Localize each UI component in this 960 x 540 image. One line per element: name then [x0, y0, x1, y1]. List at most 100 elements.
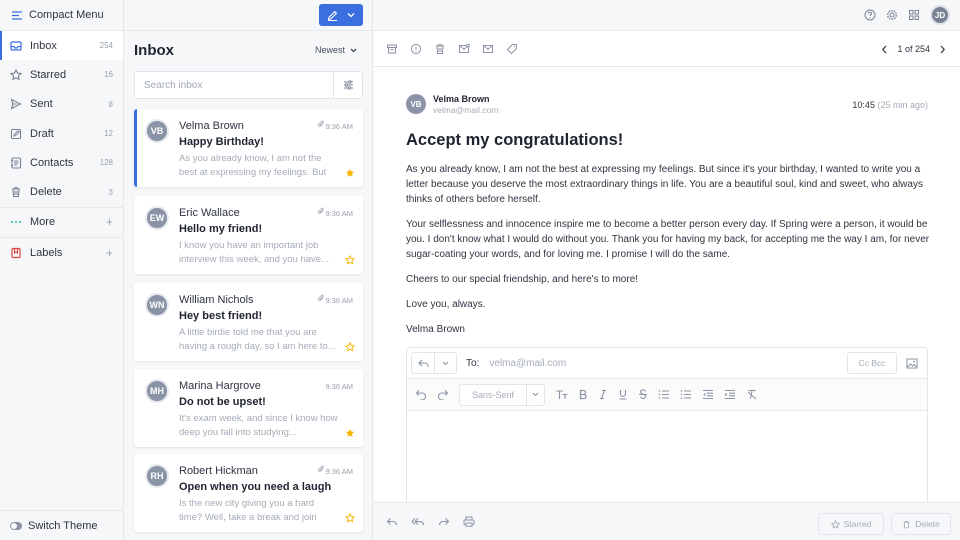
message-time: 10:45 — [852, 100, 875, 110]
undo-icon[interactable] — [415, 389, 427, 400]
sender-name: Velma Brown — [433, 94, 490, 104]
ordered-list-icon[interactable] — [658, 389, 670, 400]
archive-icon[interactable] — [386, 43, 398, 55]
message-editor[interactable] — [407, 411, 927, 506]
message-card[interactable]: WN William Nichols 9:36 AM Hey best frie… — [134, 283, 363, 361]
sidebar-item-count: 128 — [99, 158, 113, 168]
message-time: 9:36 AM — [325, 382, 353, 391]
chevron-right-icon[interactable] — [939, 45, 946, 54]
sidebar-item-sent[interactable]: Sent 8 — [0, 90, 123, 119]
star-filled-icon[interactable] — [345, 428, 355, 438]
strikethrough-icon[interactable] — [638, 389, 648, 400]
delete-button[interactable]: Delete — [891, 513, 951, 535]
star-outline-icon[interactable] — [345, 342, 355, 352]
sidebar-item-contacts[interactable]: Contacts 128 — [0, 148, 123, 177]
print-icon[interactable] — [463, 516, 475, 527]
message-toolbar: 1 of 254 — [374, 31, 960, 67]
starred-button-label: Starred — [843, 519, 872, 529]
font-family-dropdown[interactable] — [526, 384, 544, 405]
trash-icon — [10, 186, 22, 198]
sidebar-item-inbox[interactable]: Inbox 254 — [0, 31, 123, 61]
star-outline-icon[interactable] — [345, 255, 355, 265]
indent-increase-icon[interactable] — [724, 389, 736, 400]
message-card[interactable]: RH Robert Hickman 9:36 AM Open when you … — [134, 454, 363, 532]
reply-icon[interactable] — [386, 517, 398, 527]
label-icon — [10, 247, 22, 259]
sidebar-item-draft[interactable]: Draft 12 — [0, 119, 123, 148]
apps-grid-icon[interactable] — [908, 9, 920, 21]
help-icon[interactable] — [864, 9, 876, 21]
avatar: EW — [145, 206, 169, 230]
reply-mode-dropdown[interactable] — [434, 353, 456, 373]
sidebar-item-starred[interactable]: Starred 16 — [0, 60, 123, 89]
sidebar-item-labels[interactable]: Labels + — [0, 238, 123, 267]
avatar: VB — [145, 119, 169, 143]
reading-pane: JD 1 of 254 VB Velma Brown velma@mail.co… — [374, 0, 960, 540]
to-label: To: — [466, 357, 480, 369]
clear-format-icon[interactable] — [746, 389, 758, 400]
message-preview: A little birdie told me that you are hav… — [179, 327, 336, 352]
message-subject: Do not be upset! — [179, 396, 266, 408]
starred-button[interactable]: Starred — [818, 513, 884, 535]
search-input[interactable] — [135, 79, 333, 91]
trash-icon[interactable] — [434, 43, 446, 55]
compact-menu-toggle[interactable]: Compact Menu — [0, 0, 123, 31]
bold-icon[interactable] — [578, 389, 588, 400]
message-preview: I know you have an important job intervi… — [179, 240, 329, 265]
chevron-left-icon[interactable] — [881, 45, 888, 54]
reply-all-icon[interactable] — [411, 517, 425, 527]
sidebar-item-delete[interactable]: Delete 3 — [0, 177, 123, 206]
sort-dropdown[interactable]: Newest — [315, 45, 357, 55]
message-card[interactable]: MH Marina Hargrove 9:36 AM Do not be ups… — [134, 369, 363, 447]
star-filled-icon[interactable] — [345, 168, 355, 178]
image-icon — [906, 358, 918, 369]
theme-toggle-icon[interactable] — [10, 521, 22, 530]
message-time: 9:36 AM — [325, 122, 353, 131]
forward-icon[interactable] — [438, 517, 450, 527]
message-preview: As you already know, I am not the best a… — [179, 153, 327, 178]
sidebar-item-label: Sent — [30, 98, 53, 111]
text-size-icon[interactable] — [555, 389, 568, 400]
sidebar-item-label: More — [30, 216, 56, 229]
reply-mode-button[interactable] — [412, 353, 434, 373]
font-family-select[interactable]: Sans-Serif — [459, 383, 545, 406]
formatting-toolbar: Sans-Serif — [407, 379, 927, 411]
gear-icon[interactable] — [886, 9, 898, 21]
message-card[interactable]: EW Eric Wallace 9:36 AM Hello my friend!… — [134, 196, 363, 274]
sidebar-item-more[interactable]: More + — [0, 208, 123, 237]
menu-icon — [12, 10, 22, 20]
sidebar-item-label: Starred — [30, 68, 67, 81]
mail-open-icon[interactable] — [458, 43, 470, 55]
reply-mode-selector[interactable] — [411, 352, 457, 374]
redo-icon[interactable] — [437, 389, 449, 400]
cc-bcc-button[interactable]: Cc Bcc — [847, 352, 897, 374]
mail-icon[interactable] — [482, 43, 494, 55]
insert-image-button[interactable] — [901, 352, 923, 374]
italic-icon[interactable] — [598, 389, 608, 400]
chevron-down-icon — [527, 392, 544, 397]
indent-decrease-icon[interactable] — [702, 389, 714, 400]
message-card[interactable]: VB Velma Brown 9:36 AM Happy Birthday! A… — [134, 109, 363, 187]
add-label-icon[interactable]: + — [106, 246, 113, 260]
delete-button-label: Delete — [915, 519, 940, 529]
chevron-down-icon — [442, 361, 449, 366]
tag-icon[interactable] — [506, 43, 518, 55]
add-more-icon[interactable]: + — [106, 215, 113, 229]
avatar: WN — [145, 293, 169, 317]
message-subject: Happy Birthday! — [179, 136, 264, 148]
user-avatar[interactable]: JD — [930, 5, 950, 25]
filter-button[interactable] — [333, 72, 362, 98]
underline-icon[interactable] — [618, 389, 628, 400]
switch-theme[interactable]: Switch Theme — [0, 510, 123, 540]
message-time: 9:36 AM — [325, 467, 353, 476]
sidebar-item-count: 8 — [108, 99, 113, 109]
star-outline-icon[interactable] — [345, 513, 355, 523]
sidebar-item-label: Contacts — [30, 156, 74, 169]
to-field[interactable] — [489, 357, 740, 369]
message-sender: Velma Brown — [179, 120, 244, 132]
bullet-list-icon[interactable] — [680, 389, 692, 400]
inbox-icon — [10, 40, 22, 52]
compose-button[interactable] — [319, 4, 363, 26]
report-icon[interactable] — [410, 43, 422, 55]
message-time: 9:36 AM — [325, 296, 353, 305]
